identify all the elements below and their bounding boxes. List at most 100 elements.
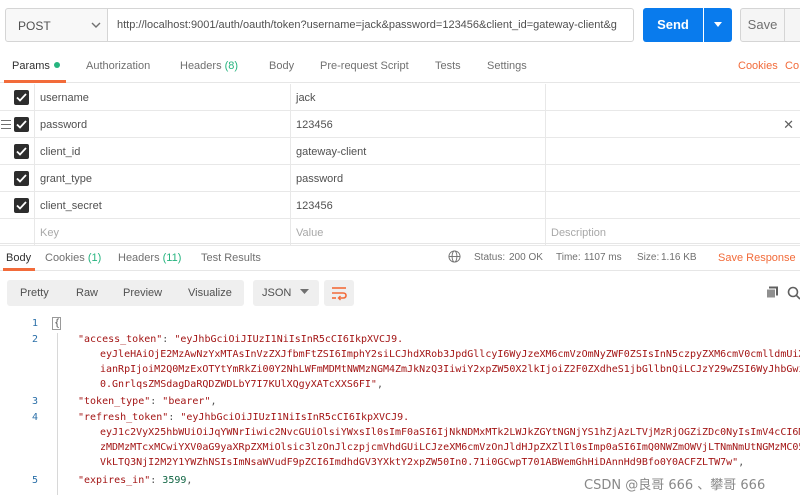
tab-params-label: Params — [12, 60, 50, 72]
wrap-icon — [332, 287, 347, 301]
preview-button[interactable]: Preview — [123, 287, 162, 299]
line-number: 2 — [31, 334, 38, 345]
check-icon — [16, 120, 27, 129]
param-checkbox[interactable] — [14, 117, 29, 132]
save-options-button[interactable] — [785, 8, 800, 42]
json-string: "eyJhbGciOiJIUzI1NiIsInR5cCI6IkpXVCJ9. — [174, 334, 404, 345]
cookies-link[interactable]: Cookies — [738, 60, 778, 72]
param-row: username jack — [0, 84, 800, 111]
param-row: grant_type password — [0, 165, 800, 192]
tab-response-headers[interactable]: Headers (11) — [118, 252, 181, 264]
send-options-button[interactable] — [704, 8, 732, 42]
time-label: Time: — [556, 252, 581, 263]
indent-guide — [57, 333, 58, 495]
save-response-button[interactable]: Save Response — [718, 252, 796, 264]
tab-authorization[interactable]: Authorization — [86, 60, 150, 72]
line-number: 4 — [31, 412, 38, 423]
close-icon[interactable]: ✕ — [783, 117, 794, 133]
tab-response-cookies[interactable]: Cookies (1) — [45, 252, 101, 264]
format-label: JSON — [262, 287, 292, 299]
tab-headers-count: (8) — [224, 60, 239, 72]
search-icon[interactable] — [787, 286, 800, 300]
json-string: ianRpIjoiM2Q0MzExOTYtYmRkZi00Y2NhLWFmMDM… — [100, 364, 800, 375]
param-key[interactable]: client_id — [40, 146, 80, 158]
param-checkbox[interactable] — [14, 198, 29, 213]
view-mode-segmented: Pretty Raw Preview Visualize — [7, 280, 244, 306]
json-key: "refresh_token" — [78, 412, 169, 423]
description-input[interactable]: Description — [551, 227, 606, 239]
json-string: "bearer" — [162, 396, 211, 407]
param-value[interactable]: password — [296, 173, 343, 185]
json-key: "access_token" — [78, 334, 163, 345]
request-tabs: Params Authorization Headers (8) Body Pr… — [0, 50, 800, 83]
tab-response-cookies-count: (1) — [87, 252, 102, 264]
code-link[interactable]: Co — [785, 60, 799, 72]
key-input[interactable]: Key — [40, 227, 59, 239]
param-key[interactable]: grant_type — [40, 173, 92, 185]
tab-settings[interactable]: Settings — [487, 60, 527, 72]
param-row: password 123456 ✕ — [0, 111, 800, 138]
param-value[interactable]: 123456 — [296, 119, 333, 131]
code-text: "expires_in": 3599, — [78, 475, 193, 486]
save-button[interactable]: Save — [740, 8, 785, 42]
format-select[interactable]: JSON — [253, 280, 319, 306]
json-string: 0.GnrlqsZMSdagDaRQDZWDLbY7I7KUlXQgyXATcX… — [100, 379, 377, 390]
param-row: client_secret 123456 — [0, 192, 800, 219]
code-text: 0.GnrlqsZMSdagDaRQDZWDLbY7I7KUlXQgyXATcX… — [100, 379, 383, 390]
param-checkbox[interactable] — [14, 90, 29, 105]
tab-response-headers-count: (11) — [162, 252, 182, 264]
visualize-button[interactable]: Visualize — [188, 287, 232, 299]
url-input[interactable]: http://localhost:9001/auth/oauth/token?u… — [108, 8, 634, 42]
json-key: "expires_in" — [78, 475, 151, 486]
code-text: { — [54, 318, 61, 329]
param-value[interactable]: 123456 — [296, 200, 333, 212]
caret-down-icon — [714, 22, 722, 27]
method-label: POST — [18, 19, 51, 33]
json-string: eyJ1c2VyX25hbWUiOiJqYWNrIiwic2NvcGUiOlsi… — [100, 427, 800, 438]
raw-button[interactable]: Raw — [76, 287, 98, 299]
json-number: 3599 — [162, 475, 187, 486]
json-key: "token_type" — [78, 396, 151, 407]
method-select[interactable]: POST — [5, 8, 108, 42]
active-tab-underline — [4, 80, 66, 83]
globe-icon[interactable] — [448, 250, 461, 263]
check-icon — [16, 147, 27, 156]
drag-handle-icon[interactable] — [1, 120, 11, 129]
tab-response-cookies-label: Cookies — [45, 252, 85, 264]
param-value[interactable]: gateway-client — [296, 146, 366, 158]
tab-headers[interactable]: Headers (8) — [180, 60, 238, 72]
code-text: "token_type": "bearer", — [78, 396, 217, 407]
param-key[interactable]: password — [40, 119, 87, 131]
wrap-lines-button[interactable] — [324, 280, 354, 306]
pretty-button[interactable]: Pretty — [20, 287, 49, 299]
check-icon — [16, 174, 27, 183]
copy-icon[interactable] — [766, 286, 779, 299]
tab-test-results[interactable]: Test Results — [201, 252, 261, 264]
param-key[interactable]: client_secret — [40, 200, 102, 212]
caret-down-icon — [300, 289, 309, 294]
param-key[interactable]: username — [40, 92, 89, 104]
params-indicator-dot — [53, 62, 60, 68]
tab-body[interactable]: Body — [269, 60, 294, 72]
check-icon — [16, 93, 27, 102]
size-value: 1.16 KB — [661, 252, 697, 263]
param-value[interactable]: jack — [296, 92, 316, 104]
code-text: "access_token": "eyJhbGciOiJIUzI1NiIsInR… — [78, 334, 404, 345]
param-checkbox[interactable] — [14, 171, 29, 186]
line-number: 3 — [31, 396, 38, 407]
tab-prerequest-script[interactable]: Pre-request Script — [320, 60, 409, 72]
param-checkbox[interactable] — [14, 144, 29, 159]
request-bar: POST http://localhost:9001/auth/oauth/to… — [0, 0, 800, 50]
line-number: 5 — [31, 475, 38, 486]
code-text: "refresh_token": "eyJhbGciOiJIUzI1NiIsIn… — [78, 412, 410, 423]
size-label: Size: — [637, 252, 660, 263]
value-input[interactable]: Value — [296, 227, 323, 239]
json-string: VkLTQ3NjI2M2Y1YWZhNSIsImNsaWVudF9pZCI6Im… — [100, 457, 739, 468]
send-button[interactable]: Send — [643, 8, 703, 42]
tab-tests[interactable]: Tests — [435, 60, 461, 72]
tab-params[interactable]: Params — [12, 60, 60, 72]
param-row-empty: Key Value Description — [0, 219, 800, 246]
response-body-code[interactable]: 1 { 2 "access_token": "eyJhbGciOiJIUzI1N… — [0, 313, 800, 498]
json-string: eyJleHAiOjE2MzAwNzYxMTAsInVzZXJfbmFtZSI6… — [100, 349, 800, 360]
tab-response-body[interactable]: Body — [6, 252, 31, 264]
